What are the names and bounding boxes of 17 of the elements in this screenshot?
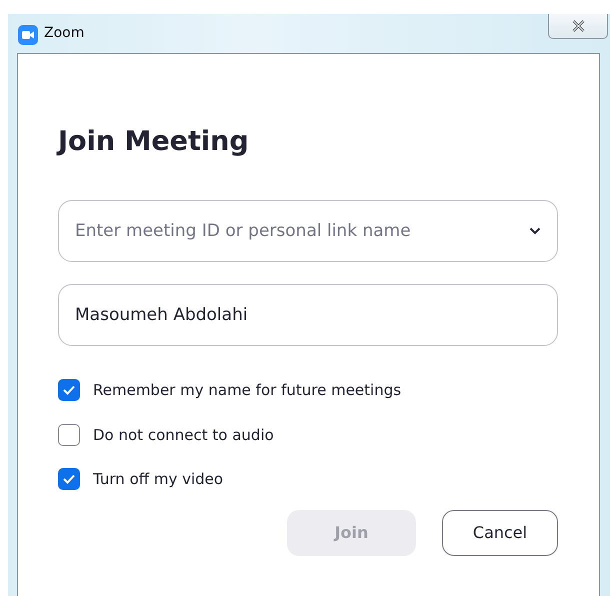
checkmark-icon <box>63 385 75 396</box>
checkbox-label: Do not connect to audio <box>93 426 274 444</box>
close-button[interactable] <box>548 14 608 39</box>
dialog-heading: Join Meeting <box>58 126 250 157</box>
chevron-down-icon[interactable] <box>529 227 541 235</box>
checkbox-label: Remember my name for future meetings <box>93 381 402 400</box>
checkbox[interactable] <box>58 379 80 402</box>
checkbox-label: Turn off my video <box>93 470 224 488</box>
checkmark-icon <box>63 474 75 484</box>
close-icon <box>572 20 584 32</box>
action-button[interactable]: Cancel <box>442 510 558 556</box>
meeting-id-field[interactable]: Enter meeting ID or personal link name <box>58 200 558 262</box>
checkbox[interactable] <box>58 468 80 490</box>
camera-icon <box>18 25 38 45</box>
name-field[interactable]: Masoumeh Abdolahi <box>58 284 558 346</box>
checkbox[interactable] <box>58 424 80 446</box>
window-title: Zoom <box>44 25 84 41</box>
